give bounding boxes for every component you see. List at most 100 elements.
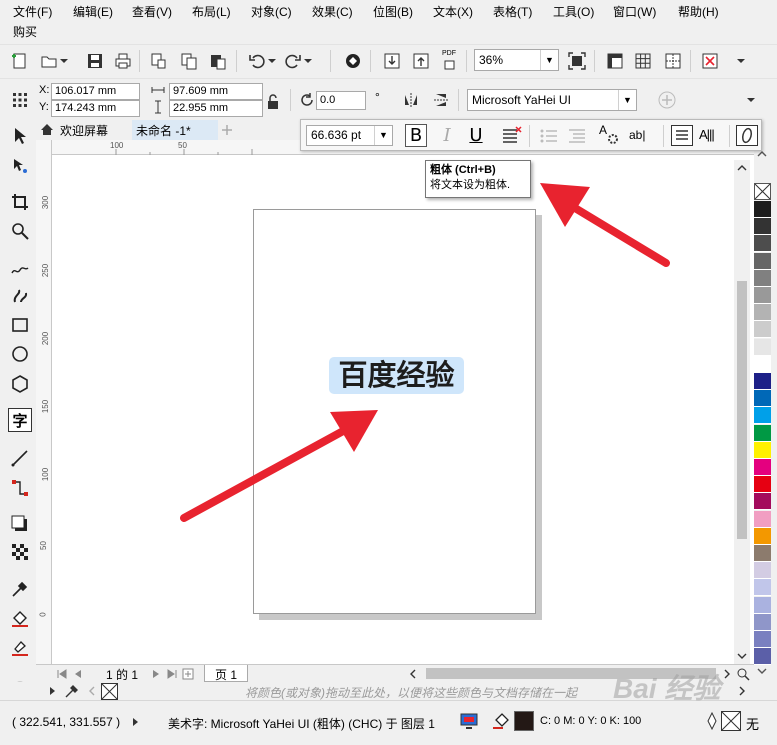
eyedropper-icon[interactable] bbox=[8, 577, 32, 601]
scroll-left-icon[interactable] bbox=[408, 668, 418, 680]
color-proof-icon[interactable] bbox=[460, 712, 478, 730]
rectangle-tool-icon[interactable] bbox=[8, 313, 32, 337]
search-content-icon[interactable] bbox=[342, 50, 364, 72]
vertical-ruler[interactable]: 300 250 200 150 100 50 0 bbox=[36, 140, 52, 664]
menu-tools[interactable]: 工具(O) bbox=[553, 1, 594, 23]
x-position-field[interactable]: 106.017 mm bbox=[51, 83, 140, 100]
page-last-icon[interactable] bbox=[166, 668, 178, 680]
pick-tool-icon[interactable] bbox=[8, 124, 32, 148]
color-swatch[interactable] bbox=[754, 373, 771, 390]
tab-document[interactable]: 未命名 -1* bbox=[132, 120, 218, 140]
outline-color-swatch[interactable] bbox=[721, 711, 741, 731]
no-color-swatch[interactable] bbox=[754, 183, 771, 200]
artistic-media-icon[interactable] bbox=[8, 284, 32, 308]
menu-buy[interactable]: 购买 bbox=[13, 21, 37, 43]
paste-icon[interactable] bbox=[207, 50, 229, 72]
text-align-icon[interactable] bbox=[501, 126, 523, 146]
page-prev-icon[interactable] bbox=[72, 668, 84, 680]
text-tool-icon[interactable]: 字 bbox=[8, 408, 32, 432]
menu-layout[interactable]: 布局(L) bbox=[192, 1, 231, 23]
chevron-down-icon[interactable] bbox=[266, 50, 278, 72]
color-swatch[interactable] bbox=[754, 631, 771, 648]
color-swatch[interactable] bbox=[754, 545, 771, 562]
new-document-icon[interactable] bbox=[9, 50, 31, 72]
chevron-left-icon[interactable] bbox=[87, 685, 97, 697]
chevron-down-icon[interactable] bbox=[58, 50, 70, 72]
menu-text[interactable]: 文本(X) bbox=[433, 1, 473, 23]
color-swatch[interactable] bbox=[754, 390, 771, 408]
text-properties-icon[interactable] bbox=[736, 125, 758, 146]
add-page-icon[interactable] bbox=[182, 668, 194, 680]
color-swatch[interactable] bbox=[754, 252, 771, 270]
color-swatch[interactable] bbox=[754, 218, 771, 236]
menu-window[interactable]: 窗口(W) bbox=[613, 1, 656, 23]
zoom-tool-icon[interactable] bbox=[8, 219, 32, 243]
transparency-icon[interactable] bbox=[8, 540, 32, 564]
page-tab-1[interactable]: 页 1 bbox=[204, 665, 248, 682]
width-field[interactable]: 97.609 mm bbox=[169, 83, 263, 100]
status-expand-icon[interactable] bbox=[132, 716, 140, 726]
add-icon[interactable] bbox=[656, 89, 678, 111]
color-swatch[interactable] bbox=[754, 562, 771, 580]
menu-help[interactable]: 帮助(H) bbox=[678, 1, 719, 23]
color-swatch[interactable] bbox=[754, 596, 771, 614]
change-case-icon[interactable]: A bbox=[597, 123, 621, 147]
chevron-down-icon[interactable] bbox=[744, 89, 758, 111]
eyedropper-icon[interactable] bbox=[64, 684, 80, 698]
page-next-icon[interactable] bbox=[150, 668, 162, 680]
vertical-text-button[interactable]: A||| bbox=[699, 127, 725, 145]
interactive-fill-icon[interactable] bbox=[8, 607, 32, 631]
menu-effects[interactable]: 效果(C) bbox=[312, 1, 353, 23]
smart-fill-icon[interactable] bbox=[8, 636, 32, 660]
mirror-horizontal-icon[interactable] bbox=[400, 89, 422, 111]
save-icon[interactable] bbox=[84, 50, 106, 72]
scroll-up-icon[interactable] bbox=[737, 162, 747, 172]
menu-view[interactable]: 查看(V) bbox=[132, 1, 172, 23]
freehand-tool-icon[interactable] bbox=[8, 256, 32, 280]
color-swatch[interactable] bbox=[754, 441, 771, 459]
character-spacing-button[interactable]: ab| bbox=[629, 128, 657, 144]
polygon-tool-icon[interactable] bbox=[8, 372, 32, 396]
cut-icon[interactable] bbox=[148, 50, 170, 72]
color-swatch[interactable] bbox=[754, 527, 771, 545]
tab-welcome[interactable]: 欢迎屏幕 bbox=[36, 120, 132, 140]
copy-icon[interactable] bbox=[178, 50, 200, 72]
color-swatch[interactable] bbox=[754, 338, 771, 356]
page-first-icon[interactable] bbox=[56, 668, 68, 680]
page-canvas[interactable] bbox=[253, 209, 536, 614]
horizontal-text-icon[interactable] bbox=[671, 125, 693, 146]
height-field[interactable]: 22.955 mm bbox=[169, 100, 263, 117]
menu-bitmap[interactable]: 位图(B) bbox=[373, 1, 413, 23]
parallel-dimension-icon[interactable] bbox=[8, 446, 32, 470]
shape-tool-icon[interactable] bbox=[8, 154, 32, 178]
bullet-list-icon[interactable] bbox=[539, 126, 559, 146]
color-swatch[interactable] bbox=[754, 269, 771, 287]
snap-to-icon[interactable] bbox=[699, 50, 721, 72]
zoom-level-dropdown[interactable]: 36% ▼ bbox=[474, 49, 559, 71]
mirror-vertical-icon[interactable] bbox=[430, 89, 452, 111]
lock-ratio-icon[interactable] bbox=[262, 91, 284, 113]
italic-button[interactable]: I bbox=[437, 125, 457, 146]
vertical-scroll-thumb[interactable] bbox=[737, 281, 747, 539]
color-swatch[interactable] bbox=[754, 493, 771, 511]
color-swatch[interactable] bbox=[754, 235, 771, 253]
add-tab-icon[interactable] bbox=[220, 123, 234, 137]
full-screen-icon[interactable] bbox=[566, 50, 588, 72]
color-swatch[interactable] bbox=[754, 321, 771, 339]
underline-button[interactable]: U bbox=[466, 125, 486, 146]
fill-indicator-icon[interactable] bbox=[492, 712, 512, 730]
docpal-expand-icon[interactable] bbox=[47, 685, 57, 697]
export-pdf-icon[interactable]: PDF bbox=[438, 50, 460, 72]
y-position-field[interactable]: 174.243 mm bbox=[51, 100, 140, 117]
color-swatch[interactable] bbox=[754, 459, 771, 476]
fill-color-swatch[interactable] bbox=[514, 711, 534, 731]
menu-table[interactable]: 表格(T) bbox=[493, 1, 532, 23]
outline-pen-icon[interactable] bbox=[705, 711, 719, 731]
color-swatch[interactable] bbox=[754, 355, 771, 373]
chevron-down-icon[interactable] bbox=[302, 50, 314, 72]
redo-icon[interactable] bbox=[282, 50, 304, 72]
chevron-down-icon[interactable] bbox=[734, 50, 748, 72]
menu-edit[interactable]: 编辑(E) bbox=[73, 1, 113, 23]
drop-shadow-icon[interactable] bbox=[8, 512, 32, 536]
no-color-swatch[interactable] bbox=[101, 683, 118, 700]
